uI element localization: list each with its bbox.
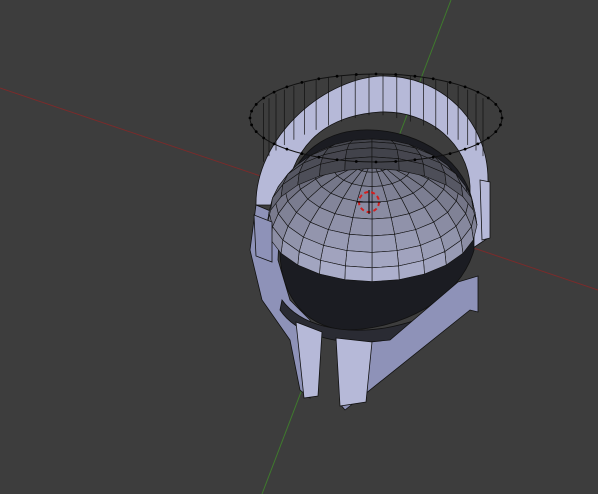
mesh-middle-leg — [335, 337, 373, 407]
mesh-vertex[interactable] — [374, 72, 378, 76]
mesh-vertex[interactable] — [335, 158, 339, 162]
mesh-vertex[interactable] — [262, 136, 266, 140]
mesh-vertex[interactable] — [250, 123, 254, 127]
dome-face — [349, 217, 373, 237]
mesh-vertex[interactable] — [317, 155, 321, 159]
mesh-vertex[interactable] — [250, 109, 254, 113]
mesh-vertex[interactable] — [254, 103, 258, 106]
dome-face — [371, 156, 400, 171]
mesh-vertex[interactable] — [499, 109, 502, 113]
mesh-object[interactable] — [248, 72, 504, 411]
mesh-vertex[interactable] — [262, 96, 266, 100]
mesh-right-tab — [479, 179, 491, 241]
mesh-vertex[interactable] — [500, 116, 504, 120]
dome-face — [371, 250, 399, 269]
mesh-vertex[interactable] — [486, 136, 490, 140]
mesh-vertex[interactable] — [300, 81, 304, 84]
mesh-vertex[interactable] — [448, 152, 452, 156]
mesh-vertex[interactable] — [272, 142, 276, 146]
mesh-vertex[interactable] — [463, 85, 467, 89]
mesh-vertex[interactable] — [374, 160, 378, 164]
mesh-vertex[interactable] — [476, 90, 480, 94]
mesh-vertex[interactable] — [431, 155, 435, 159]
mesh-vertex[interactable] — [431, 77, 435, 81]
mesh-vertex[interactable] — [476, 142, 480, 146]
dome-face — [371, 265, 400, 282]
mesh-vertex[interactable] — [448, 81, 452, 84]
dome-face — [371, 234, 398, 253]
mesh-left-tab — [253, 214, 273, 263]
mesh-vertex[interactable] — [499, 123, 502, 127]
dome-face — [344, 156, 373, 171]
mesh-vertex[interactable] — [413, 74, 417, 78]
mesh-vertex[interactable] — [413, 158, 417, 162]
dome-face — [345, 250, 373, 269]
mesh-vertex[interactable] — [494, 130, 498, 134]
mesh-vertex[interactable] — [254, 130, 258, 134]
mesh-vertex[interactable] — [272, 90, 276, 94]
viewport-canvas[interactable] — [0, 0, 598, 494]
mesh-vertex[interactable] — [300, 152, 304, 156]
mesh-vertex[interactable] — [394, 160, 398, 163]
dome-face — [344, 265, 373, 282]
mesh-vertex[interactable] — [494, 103, 498, 106]
mesh-vertex[interactable] — [394, 73, 398, 76]
mesh-vertex[interactable] — [317, 77, 321, 81]
mesh-vertex[interactable] — [354, 160, 358, 163]
mesh-vertex[interactable] — [248, 116, 252, 120]
mesh-vertex[interactable] — [335, 74, 339, 78]
3d-viewport[interactable] — [0, 0, 598, 494]
mesh-vertex[interactable] — [285, 147, 289, 151]
mesh-vertex[interactable] — [285, 85, 289, 89]
mesh-vertex[interactable] — [354, 73, 358, 76]
mesh-vertex[interactable] — [463, 147, 467, 151]
dome-face — [346, 234, 373, 253]
dome-face — [371, 217, 395, 237]
mesh-vertex[interactable] — [486, 96, 490, 100]
